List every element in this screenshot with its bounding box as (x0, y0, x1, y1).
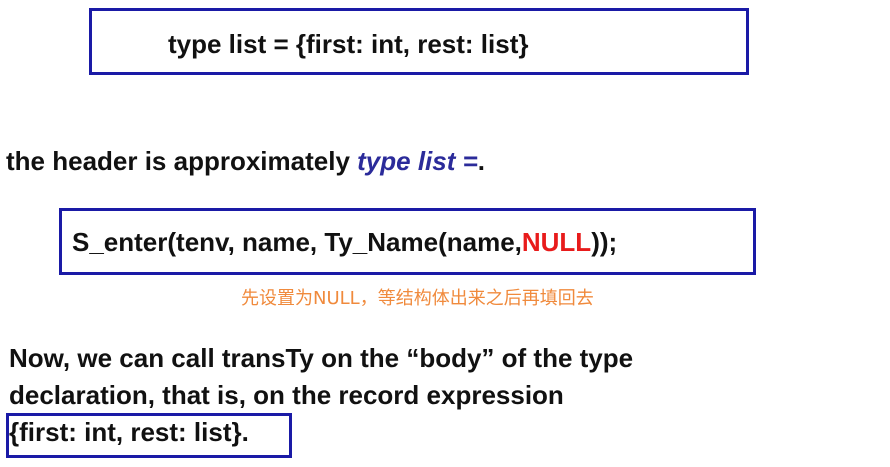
s-enter-code-suffix: )); (591, 227, 618, 257)
header-sentence: the header is approximately type list =. (6, 146, 485, 177)
s-enter-code-box: S_enter(tenv, name, Ty_Name(name,NULL)); (59, 208, 756, 275)
null-highlight: NULL (521, 227, 592, 257)
s-enter-code-prefix: S_enter(tenv, name, Ty_Name(name, (72, 227, 522, 257)
chinese-annotation: 先设置为NULL，等结构体出来之后再填回去 (241, 288, 594, 309)
header-emphasis: type list = (357, 146, 478, 176)
record-expression-box (6, 413, 292, 458)
type-declaration-code: type list = {first: int, rest: list} (168, 29, 529, 59)
paragraph-line-2: declaration, that is, on the record expr… (9, 380, 564, 410)
header-suffix: . (477, 146, 486, 176)
s-enter-code: S_enter(tenv, name, Ty_Name(name,NULL)); (72, 227, 617, 258)
paragraph-line-1: Now, we can call transTy on the “body” o… (9, 343, 634, 373)
type-declaration-box: type list = {first: int, rest: list} (89, 8, 749, 75)
header-prefix: the header is approximately (6, 146, 358, 176)
